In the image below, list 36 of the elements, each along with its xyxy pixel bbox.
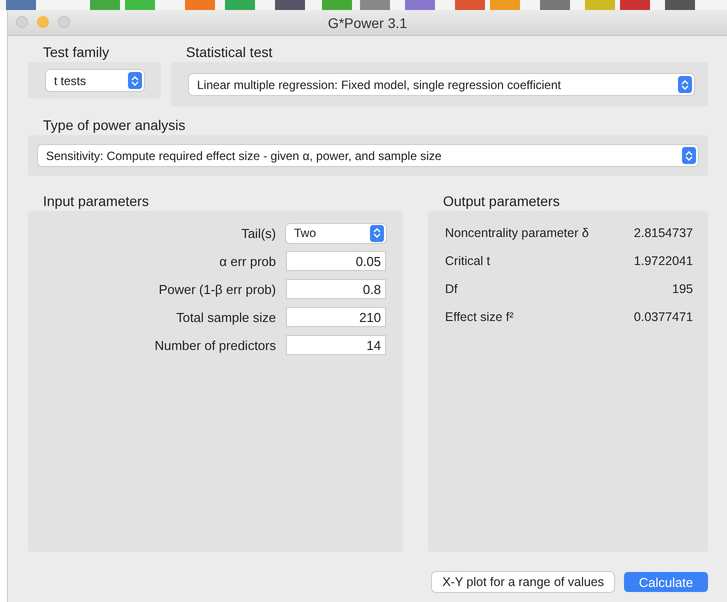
section-label: Statistical test bbox=[185, 43, 274, 62]
parameter-label: Critical t bbox=[445, 254, 490, 268]
section-label: Type of power analysis bbox=[42, 116, 186, 135]
parameter-value: 0.0377471 bbox=[634, 310, 693, 324]
stepper-icon bbox=[128, 72, 142, 89]
plot-button[interactable]: X-Y plot for a range of values bbox=[432, 572, 614, 592]
input-field[interactable]: 0.05 bbox=[286, 251, 386, 271]
input-field[interactable]: 210 bbox=[286, 307, 386, 327]
minimize-button[interactable] bbox=[37, 16, 49, 28]
parameter-label: Total sample size bbox=[176, 310, 276, 324]
parameter-label: Tail(s) bbox=[241, 226, 276, 240]
parameter-label: Power (1-β err prob) bbox=[158, 282, 276, 296]
input-field[interactable]: 0.8 bbox=[286, 279, 386, 299]
parameter-label: Noncentrality parameter δ bbox=[445, 226, 589, 240]
parameter-label: Effect size f² bbox=[445, 310, 514, 324]
input-field[interactable]: 14 bbox=[286, 335, 386, 355]
parameter-value: 2.8154737 bbox=[634, 226, 693, 240]
calculate-button[interactable]: Calculate bbox=[624, 572, 708, 592]
stepper-icon bbox=[370, 224, 384, 242]
section-label: Output parameters bbox=[442, 192, 561, 211]
close-button[interactable] bbox=[16, 16, 28, 28]
section-label: Input parameters bbox=[42, 192, 150, 211]
stepper-icon bbox=[682, 147, 696, 164]
test-family-select[interactable]: t tests bbox=[46, 70, 144, 91]
window-title: G*Power 3.1 bbox=[328, 14, 408, 30]
tails-select[interactable]: Two bbox=[286, 224, 386, 242]
power-analysis-select[interactable]: Sensitivity: Compute required effect size - given α, power, and sample size bbox=[38, 145, 698, 166]
section-label: Test family bbox=[42, 43, 110, 62]
statistical-test-select[interactable]: Linear multiple regression: Fixed model, single regression coefficient bbox=[189, 74, 694, 95]
parameter-value: 1.9722041 bbox=[634, 254, 693, 268]
parameter-value: 195 bbox=[672, 282, 693, 296]
zoom-button[interactable] bbox=[58, 16, 70, 28]
parameter-label: Df bbox=[445, 282, 458, 296]
parameter-label: α err prob bbox=[219, 254, 276, 268]
stepper-icon bbox=[678, 76, 692, 93]
parameter-label: Number of predictors bbox=[154, 338, 276, 352]
